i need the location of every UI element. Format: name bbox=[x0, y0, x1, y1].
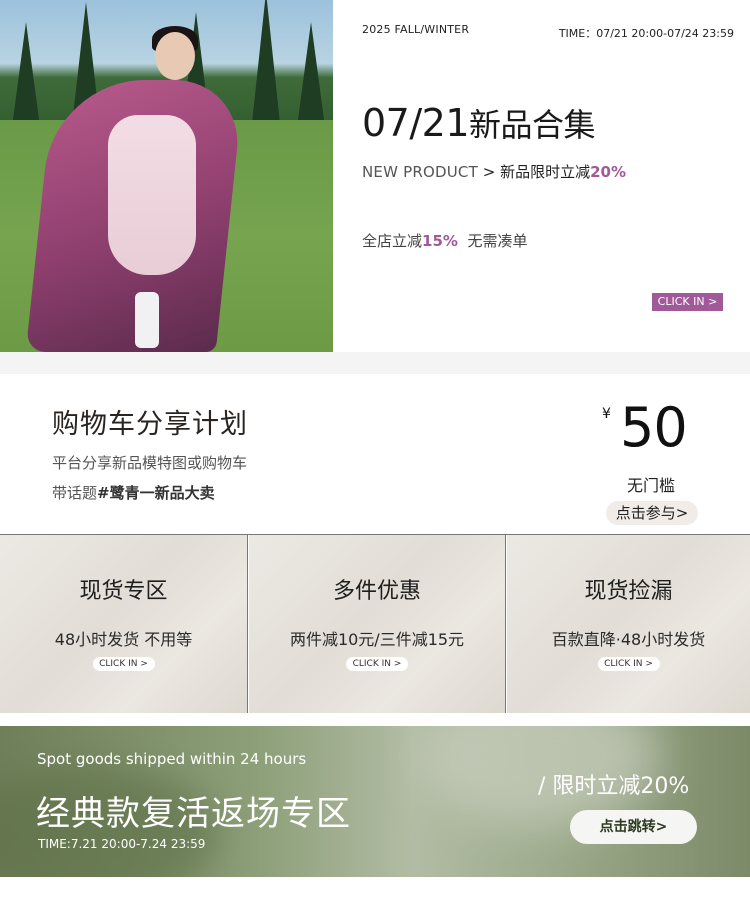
zone-click-in-button[interactable]: CLICK IN > bbox=[597, 657, 660, 671]
classic-discount: / 限时立减20% bbox=[538, 774, 690, 799]
zone-multi-buy[interactable]: 多件优惠 两件减10元/三件减15元 CLICK IN > bbox=[249, 535, 506, 713]
classic-return-banner[interactable]: Spot goods shipped within 24 hours 经典款复活… bbox=[0, 726, 750, 877]
store-discount-note: 无需凑单 bbox=[467, 232, 528, 250]
jump-button[interactable]: 点击跳转> bbox=[570, 810, 697, 844]
hero-sub-arrow: > bbox=[477, 163, 501, 181]
zone-title: 多件优惠 bbox=[332, 579, 421, 604]
zone-click-in-button[interactable]: CLICK IN > bbox=[346, 657, 408, 671]
store-discount-text: 全店立减 bbox=[362, 232, 423, 250]
classic-time: TIME:7.21 20:00-7.24 23:59 bbox=[38, 837, 206, 851]
zone-title: 现货捡漏 bbox=[584, 579, 673, 604]
zone-in-stock[interactable]: 现货专区 48小时发货 不用等 CLICK IN > bbox=[0, 535, 248, 713]
coupon-block: ¥ 50 无门槛 点击参与> bbox=[600, 394, 710, 525]
store-discount-pct: 15% bbox=[422, 232, 458, 250]
hero-sub-cn: 新品限时立减 bbox=[500, 163, 591, 181]
event-time: TIME：07/21 20:00-07/24 23:59 bbox=[558, 27, 734, 40]
hero-click-in-button[interactable]: CLICK IN > bbox=[652, 293, 723, 311]
share-plan-section: 购物车分享计划 平台分享新品模特图或购物车 带话题#鹭青一新品大卖 ¥ 50 无… bbox=[0, 374, 750, 534]
season-label: 2025 FALL/WINTER bbox=[362, 23, 470, 36]
share-plan-title: 购物车分享计划 bbox=[52, 409, 248, 440]
zone-title: 现货专区 bbox=[79, 579, 168, 604]
classic-title: 经典款复活返场专区 bbox=[36, 794, 351, 834]
share-plan-topic: 带话题#鹭青一新品大卖 bbox=[52, 482, 215, 503]
section-divider bbox=[0, 352, 750, 374]
join-button[interactable]: 点击参与> bbox=[606, 501, 698, 525]
coupon-currency: ¥ bbox=[602, 406, 611, 422]
promo-zones: 现货专区 48小时发货 不用等 CLICK IN > 多件优惠 两件减10元/三… bbox=[0, 534, 750, 713]
classic-en-text: Spot goods shipped within 24 hours bbox=[37, 750, 307, 768]
share-plan-desc: 平台分享新品模特图或购物车 bbox=[52, 454, 248, 472]
page-bottom-spacer bbox=[0, 877, 750, 898]
zone-click-in-button[interactable]: CLICK IN > bbox=[92, 657, 155, 671]
zone-desc: 百款直降·48小时发货 bbox=[551, 630, 706, 649]
zone-desc: 两件减10元/三件减15元 bbox=[289, 630, 465, 649]
hero-subtitle: NEW PRODUCT > 新品限时立减20% bbox=[362, 161, 626, 182]
zone-bargain[interactable]: 现货捡漏 百款直降·48小时发货 CLICK IN > bbox=[507, 535, 750, 713]
share-topic-prefix: 带话题 bbox=[52, 484, 98, 502]
store-discount: 全店立减15% 无需凑单 bbox=[362, 230, 527, 251]
model-photo[interactable] bbox=[0, 0, 333, 352]
hero-sub-en: NEW PRODUCT bbox=[362, 163, 478, 181]
coupon-note: 无门槛 bbox=[627, 476, 676, 495]
hero-title-date: 07/21 bbox=[362, 101, 470, 145]
hero-title-cn: 新品合集 bbox=[469, 106, 596, 144]
hero-title: 07/21新品合集 bbox=[362, 100, 596, 146]
hero-sub-pct: 20% bbox=[590, 163, 626, 181]
zone-desc: 48小时发货 不用等 bbox=[54, 630, 193, 649]
share-topic-hashtag: #鹭青一新品大卖 bbox=[97, 484, 215, 502]
hero-text-panel: 2025 FALL/WINTER TIME：07/21 20:00-07/24 … bbox=[333, 0, 750, 352]
coupon-amount: 50 bbox=[620, 396, 688, 459]
hero-banner[interactable]: 2025 FALL/WINTER TIME：07/21 20:00-07/24 … bbox=[0, 0, 750, 352]
